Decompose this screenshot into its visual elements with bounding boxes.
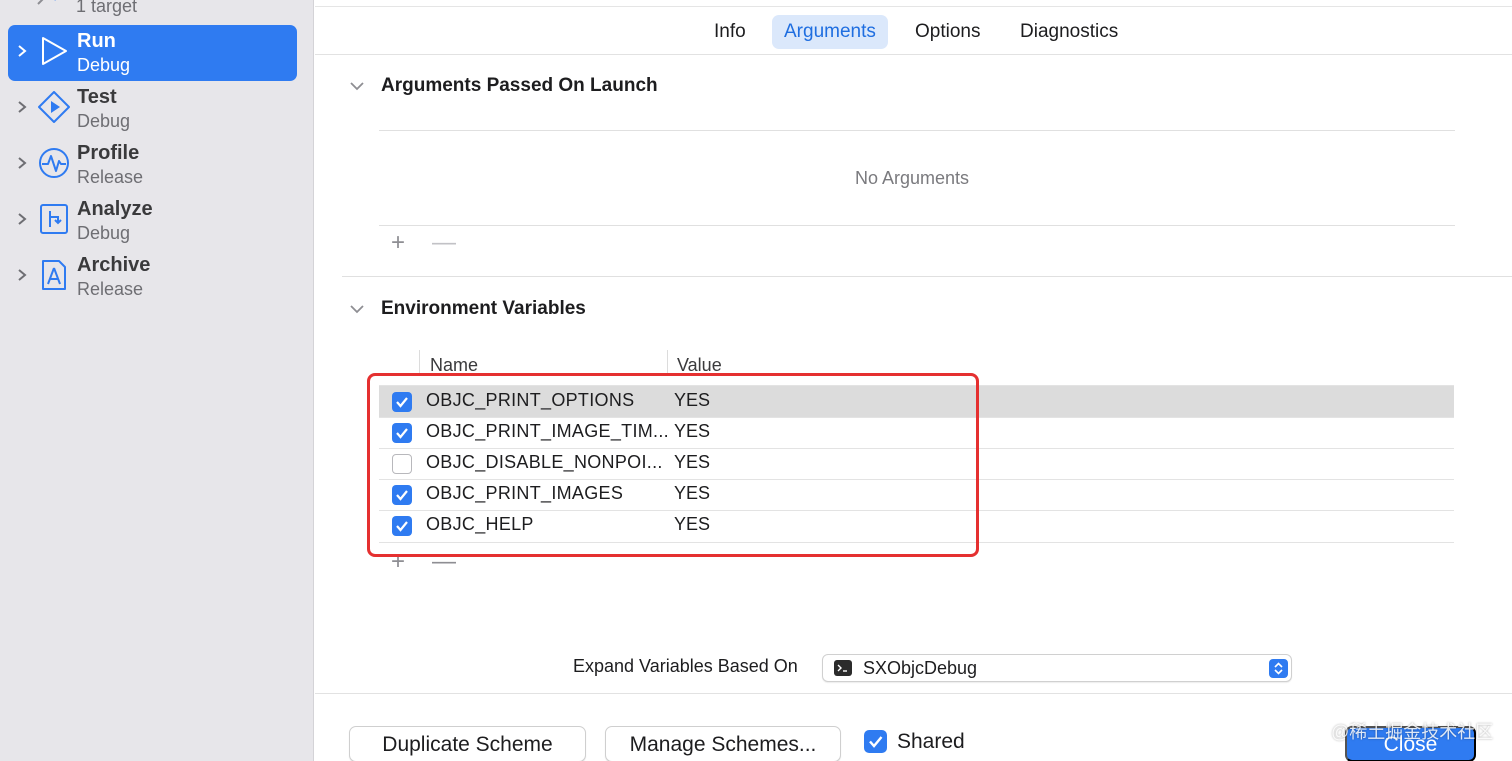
sidebar-item-title: Profile	[77, 142, 140, 164]
tab-bar: Info Arguments Options Diagnostics	[315, 15, 1512, 49]
annotation-highlight-box	[367, 373, 979, 557]
scheme-action-sidebar: 1 target Run Debug Test Debug Profile Re…	[0, 0, 314, 761]
no-arguments-placeholder: No Arguments	[855, 168, 970, 188]
sidebar-item-subtitle: Release	[77, 167, 144, 187]
env-section-title: Environment Variables	[381, 298, 586, 319]
arguments-section-title: Arguments Passed On Launch	[381, 75, 658, 96]
sidebar-item-profile[interactable]: Profile Release	[8, 137, 297, 193]
checkmark-icon	[869, 736, 883, 748]
divider	[342, 276, 1512, 277]
shared-label[interactable]: Shared	[897, 730, 965, 754]
chevron-down-icon[interactable]	[349, 303, 365, 315]
chevron-down-icon[interactable]	[349, 80, 365, 92]
manage-schemes-button[interactable]: Manage Schemes...	[605, 726, 841, 761]
chevron-right-icon[interactable]	[16, 155, 28, 171]
sidebar-item-title: Archive	[77, 254, 151, 276]
chevron-right-icon[interactable]	[16, 267, 28, 283]
sidebar-item-archive[interactable]: Archive Release	[8, 249, 297, 305]
tab-arguments[interactable]: Arguments	[772, 15, 888, 49]
waveform-icon	[39, 148, 69, 178]
sidebar-item-run[interactable]: Run Debug	[8, 25, 297, 81]
divider	[315, 54, 1512, 55]
chevron-right-icon[interactable]	[16, 43, 28, 59]
tab-diagnostics[interactable]: Diagnostics	[1008, 15, 1130, 49]
duplicate-scheme-button[interactable]: Duplicate Scheme	[349, 726, 586, 761]
analyze-icon	[40, 204, 68, 234]
shared-checkbox[interactable]	[864, 730, 887, 753]
sidebar-item-build-subtitle: 1 target	[76, 0, 138, 16]
sidebar-item-title: Analyze	[77, 198, 153, 220]
sidebar-item-test[interactable]: Test Debug	[8, 81, 297, 137]
divider	[315, 693, 1512, 694]
chevron-right-icon[interactable]	[16, 211, 28, 227]
divider	[379, 130, 1455, 131]
tab-info[interactable]: Info	[702, 15, 758, 49]
terminal-icon	[834, 660, 852, 676]
divider	[379, 225, 1455, 226]
watermark: @稀土掘金技术社区	[1331, 722, 1494, 742]
sidebar-item-subtitle: Release	[77, 279, 144, 299]
scheme-editor-main: Info Arguments Options Diagnostics Argum…	[315, 0, 1512, 761]
chevron-right-icon[interactable]	[16, 99, 28, 115]
sidebar-item-title: Test	[77, 86, 117, 108]
archive-icon	[42, 260, 66, 290]
test-diamond-icon	[38, 91, 70, 123]
sidebar-item-subtitle: Debug	[77, 111, 131, 131]
column-separator	[667, 350, 668, 374]
sidebar-item-subtitle: Debug	[77, 223, 131, 243]
divider	[315, 6, 1512, 7]
popup-arrows-icon	[1269, 659, 1288, 678]
sidebar-item-title: Run	[77, 30, 116, 52]
expand-variables-label: Expand Variables Based On	[573, 656, 798, 676]
column-separator	[419, 350, 420, 374]
sidebar-item-analyze[interactable]: Analyze Debug	[8, 193, 297, 249]
play-outline-icon	[42, 37, 67, 65]
sidebar-item-subtitle: Debug	[77, 55, 131, 75]
add-argument-button[interactable]: +	[391, 229, 405, 257]
build-icon	[37, 0, 56, 5]
expand-variables-popup[interactable]: SXObjcDebug	[822, 654, 1292, 682]
tab-options[interactable]: Options	[903, 15, 992, 49]
remove-argument-button[interactable]: —	[432, 229, 456, 257]
expand-variables-value: SXObjcDebug	[863, 658, 978, 678]
